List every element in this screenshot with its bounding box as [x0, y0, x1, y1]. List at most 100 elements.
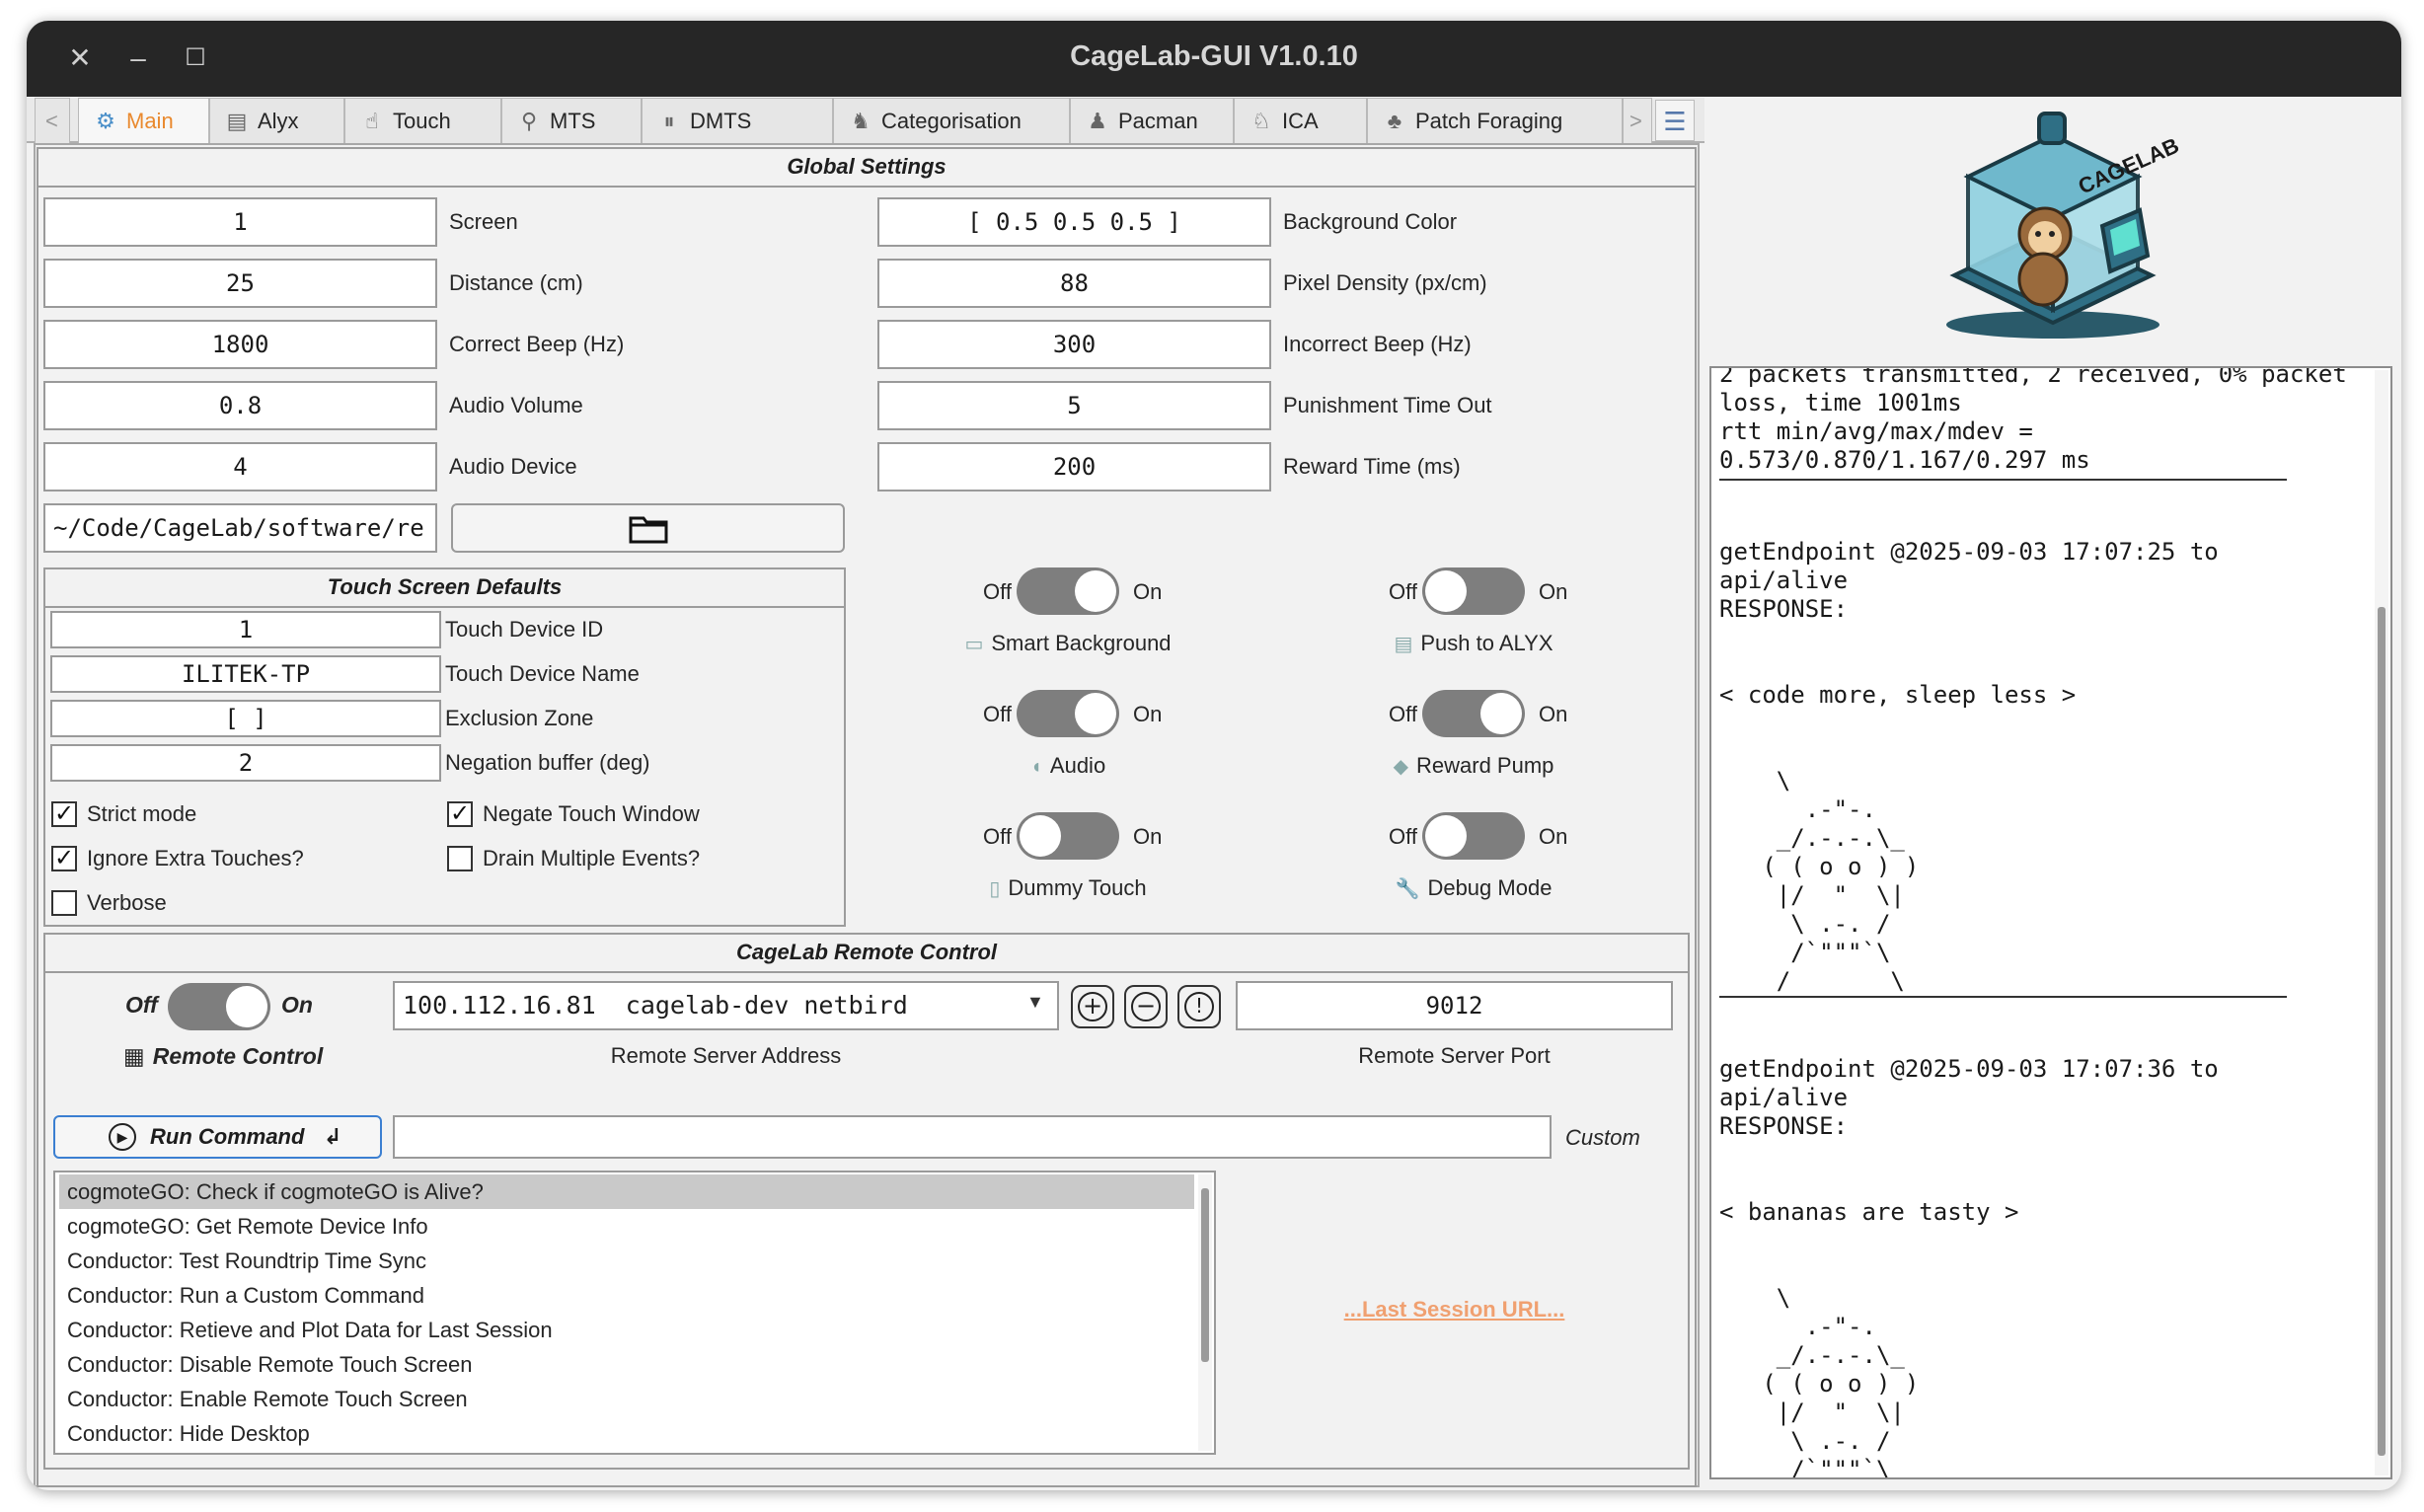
custom-command-input[interactable]: [393, 1115, 1552, 1159]
audio-toggle[interactable]: [1017, 690, 1119, 737]
wrench-icon: 🔧: [1395, 878, 1420, 900]
exclusion-zone-input[interactable]: [ ]: [50, 700, 441, 737]
tab-label: Pacman: [1118, 109, 1198, 133]
magnifier-icon: ⚲: [520, 109, 538, 133]
console-scrollbar[interactable]: [2375, 370, 2388, 1475]
touch-device-id-label: Touch Device ID: [445, 617, 604, 642]
drawer-icon: ▤: [1394, 634, 1413, 655]
app-window: ✕ – ☐ CageLab-GUI V1.0.10 < > ☰ Global S…: [27, 21, 2401, 1490]
tab-label: ICA: [1282, 109, 1319, 133]
verbose-label: Verbose: [87, 890, 167, 915]
toggle-off-label: Off: [983, 702, 1012, 726]
tab-label: Alyx: [258, 109, 299, 133]
command-list-scrollbar[interactable]: [1198, 1174, 1212, 1451]
touch-device-id-input[interactable]: 1: [50, 611, 441, 648]
play-icon: ▶: [109, 1123, 136, 1151]
console-output[interactable]: 2 packets transmitted, 2 received, 0% pa…: [1709, 366, 2392, 1479]
screen-input[interactable]: 1: [43, 197, 437, 247]
correct-beep-hz-input[interactable]: 1800: [43, 320, 437, 369]
tab-alyx[interactable]: ▤ Alyx: [209, 98, 344, 143]
last-session-url-link[interactable]: ...Last Session URL...: [1236, 1297, 1673, 1323]
info-server-button[interactable]: !: [1177, 985, 1221, 1028]
touch-defaults-title: Touch Screen Defaults: [327, 574, 563, 599]
command-list-item[interactable]: Conductor: Test Roundtrip Time Sync: [59, 1244, 1194, 1278]
touch-device-name-input[interactable]: ILITEK-TP: [50, 655, 441, 693]
server-port-label: Remote Server Port: [1358, 1043, 1551, 1068]
drain-multiple-events-checkbox[interactable]: [447, 846, 473, 871]
ignore-extra-touches-checkbox[interactable]: ✓: [51, 846, 77, 871]
pixel-density-px-cm-label: Pixel Density (px/cm): [1283, 270, 1487, 295]
toggle-off-label: Off: [983, 824, 1012, 849]
tab-scroll-right-button[interactable]: >: [1623, 98, 1652, 143]
audio-label: ◖ Audio: [1029, 753, 1106, 778]
verbose-checkbox[interactable]: [51, 890, 77, 916]
title-bar: ✕ – ☐ CageLab-GUI V1.0.10: [27, 21, 2401, 97]
command-list-item[interactable]: Conductor: Enable Remote Touch Screen: [59, 1382, 1194, 1416]
tab-dmts[interactable]: ⏸ DMTS: [642, 98, 833, 143]
smart-background-toggle[interactable]: [1017, 567, 1119, 615]
smart-background-label: ▭ Smart Background: [964, 631, 1172, 655]
remote-control-toggle[interactable]: [168, 983, 270, 1030]
audio-volume-input[interactable]: 0.8: [43, 381, 437, 430]
data-path-input[interactable]: ~/Code/CageLab/software/re: [43, 503, 437, 553]
command-list-item[interactable]: cogmoteGO: Get Remote Device Info: [59, 1209, 1194, 1244]
punishment-time-out-label: Punishment Time Out: [1283, 393, 1492, 417]
toggle-on-label: On: [1539, 824, 1568, 849]
divider: [45, 606, 844, 608]
punishment-time-out-input[interactable]: 5: [877, 381, 1271, 430]
debug-mode-toggle[interactable]: [1422, 812, 1525, 860]
console-lines: 2 packets transmitted, 2 received, 0% pa…: [1719, 366, 2347, 474]
strict-mode-checkbox[interactable]: ✓: [51, 801, 77, 827]
command-list-item[interactable]: Conductor: Hide Desktop: [59, 1416, 1194, 1451]
audio-device-input[interactable]: 4: [43, 442, 437, 491]
negate-touch-window-checkbox[interactable]: ✓: [447, 801, 473, 827]
tab-mts[interactable]: ⚲ MTS: [501, 98, 642, 143]
plus-icon: +: [1078, 992, 1107, 1021]
reward-pump-label: ◆ Reward Pump: [1393, 753, 1554, 778]
background-color-label: Background Color: [1283, 209, 1458, 234]
ear-icon: ◖: [1029, 756, 1042, 778]
remote-toggle-off-label: Off: [125, 992, 158, 1018]
run-command-button[interactable]: ▶ Run Command ↲: [53, 1115, 382, 1159]
remove-server-button[interactable]: −: [1124, 985, 1168, 1028]
server-port-input[interactable]: 9012: [1236, 981, 1673, 1030]
water-drops-icon: ◆: [1393, 756, 1408, 778]
tab-main[interactable]: ⚙ Main: [78, 98, 209, 143]
negation-buffer-deg-input[interactable]: 2: [50, 744, 441, 782]
add-server-button[interactable]: +: [1071, 985, 1114, 1028]
toggle-on-label: On: [1539, 702, 1568, 726]
animal-icon: ♞: [851, 109, 871, 133]
pixel-density-px-cm-input[interactable]: 88: [877, 259, 1271, 308]
audio-device-label: Audio Device: [449, 454, 577, 479]
push-to-alyx-toggle[interactable]: [1422, 567, 1525, 615]
touch-device-name-label: Touch Device Name: [445, 661, 640, 686]
toggle-knob: [1075, 570, 1116, 612]
remote-toggle-on-label: On: [281, 992, 313, 1018]
tab-ica[interactable]: ♘ ICA: [1234, 98, 1367, 143]
debug-mode-label: 🔧 Debug Mode: [1395, 875, 1553, 900]
dummy-touch-toggle[interactable]: [1017, 812, 1119, 860]
command-list-item[interactable]: Conductor: Retieve and Plot Data for Las…: [59, 1313, 1194, 1347]
distance-cm-input[interactable]: 25: [43, 259, 437, 308]
incorrect-beep-hz-input[interactable]: 300: [877, 320, 1271, 369]
remote-control-title: CageLab Remote Control: [735, 940, 998, 964]
command-list[interactable]: cogmoteGO: Check if cogmoteGO is Alive? c…: [53, 1171, 1216, 1455]
command-list-item[interactable]: Conductor: Disable Remote Touch Screen: [59, 1347, 1194, 1382]
reward-time-ms-input[interactable]: 200: [877, 442, 1271, 491]
audio-volume-label: Audio Volume: [449, 393, 583, 417]
tab-categorisation[interactable]: ♞ Categorisation: [833, 98, 1070, 143]
browse-folder-button[interactable]: [451, 503, 845, 553]
command-list-item[interactable]: Conductor: Run a Custom Command: [59, 1278, 1194, 1313]
screen-label: Screen: [449, 209, 518, 234]
background-color-input[interactable]: [ 0.5 0.5 0.5 ]: [877, 197, 1271, 247]
tab-label: DMTS: [690, 109, 752, 133]
tab-scroll-left-button[interactable]: <: [35, 98, 70, 143]
server-address-select[interactable]: 100.112.16.81 cagelab-dev netbird: [393, 981, 1059, 1030]
tab-patch-foraging[interactable]: ♣ Patch Foraging: [1367, 98, 1623, 143]
tab-list-icon[interactable]: ☰: [1655, 100, 1695, 141]
tab-pacman[interactable]: ♟ Pacman: [1070, 98, 1234, 143]
negate-touch-window-label: Negate Touch Window: [483, 801, 700, 826]
command-list-item[interactable]: cogmoteGO: Check if cogmoteGO is Alive?: [59, 1174, 1194, 1209]
tab-touch[interactable]: ☝ Touch: [344, 98, 501, 143]
reward-pump-toggle[interactable]: [1422, 690, 1525, 737]
